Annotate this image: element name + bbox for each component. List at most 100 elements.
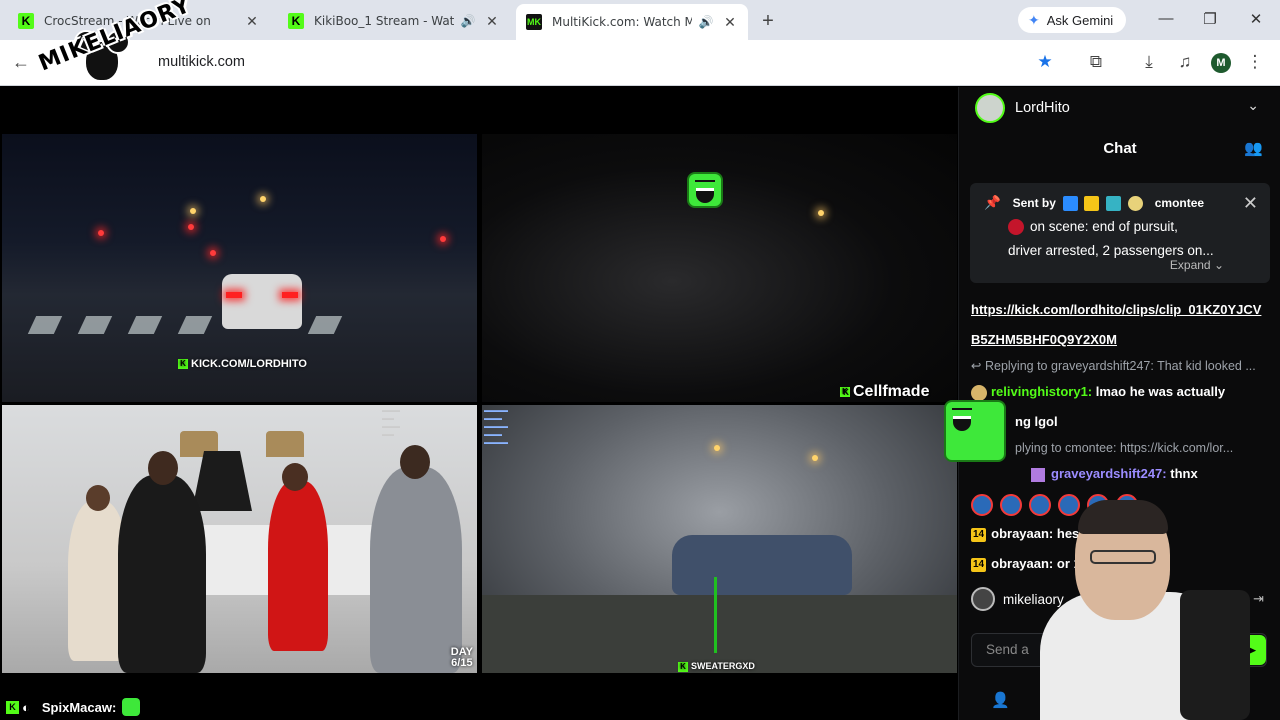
stream-video-kitchen[interactable]: ▬▬▬ ▬▬ ▬▬▬ ▬▬ DAY 6/15: [2, 405, 477, 673]
address-bar[interactable]: multikick.com: [158, 54, 245, 70]
kick-logo-icon: K: [678, 661, 688, 672]
chat-link[interactable]: https://kick.com/lordhito/clips/clip_01K…: [971, 295, 1271, 355]
street-lamp: [260, 196, 266, 202]
stream-video-street[interactable]: ▬▬▬▬ ▬▬▬ ▬▬▬▬ ▬▬▬ ▬▬▬▬ K SWEATERGXD: [482, 405, 957, 673]
close-tab-icon[interactable]: ✕: [484, 13, 500, 30]
chat-username[interactable]: relivinghistory1:: [991, 384, 1092, 399]
streamer-logo-sticker: MIKELIAORY: [34, 0, 195, 88]
profile-avatar[interactable]: M: [1211, 53, 1231, 73]
crosswalk-stripe: [27, 316, 63, 334]
emote-icon: [971, 493, 993, 516]
close-icon[interactable]: ✕: [1243, 191, 1258, 215]
multistream-grid: K KICK.COM/LORDHITO ▬▬▬ ▬▬ ▬▬▬ ▬▬ DAY 6/15 ▬▬…: [0, 87, 958, 720]
chevron-down-icon[interactable]: ⌄: [1247, 97, 1259, 114]
users-icon[interactable]: 👥: [1244, 129, 1263, 169]
speaker-icon[interactable]: 🔊: [698, 15, 714, 29]
kick-favicon-icon: K: [288, 13, 304, 29]
laughing-emote-icon: [122, 698, 141, 716]
range-hood: [192, 451, 252, 511]
traffic-light: [98, 230, 104, 236]
speaker-icon[interactable]: 🔊: [460, 14, 476, 28]
crosswalk-stripe: [77, 316, 113, 334]
streamer-avatar: [975, 93, 1005, 123]
add-user-icon[interactable]: 👤: [991, 691, 1010, 709]
traffic-light: [188, 224, 194, 230]
gemini-label: Ask Gemini: [1046, 12, 1114, 28]
crosswalk-stripe: [177, 316, 213, 334]
chat-header: Chat 👥: [959, 129, 1280, 169]
person: [370, 467, 462, 673]
tab-kikiboo[interactable]: K KikiBoo_1 Stream - Watch Li 🔊 ✕: [278, 6, 510, 36]
crosswalk-stripe: [127, 316, 163, 334]
kick-logo-icon: K: [840, 386, 850, 397]
menu-dots-icon[interactable]: ⋮: [1244, 52, 1266, 72]
chat-title: Chat: [1103, 140, 1137, 157]
light-flare: [818, 210, 824, 216]
close-window-icon[interactable]: ✕: [1246, 10, 1266, 28]
pendant-lamp: [266, 431, 304, 457]
stream-video-cellfmade[interactable]: [482, 134, 957, 402]
user-avatar: [971, 587, 995, 611]
close-tab-icon[interactable]: ✕: [722, 14, 738, 31]
laughing-emote-icon: [687, 172, 723, 208]
streamer-name: LordHito: [1015, 100, 1070, 116]
person: [118, 475, 206, 673]
chat-message: graveyardshift247: thnx: [971, 459, 1271, 489]
badge-icon: [1106, 195, 1122, 211]
pinned-sender[interactable]: cmontee: [1155, 196, 1204, 210]
traffic-light: [210, 250, 216, 256]
emote-icon: [1000, 493, 1022, 516]
kick-logo-icon: K: [178, 359, 188, 370]
download-icon[interactable]: ⤓: [1138, 52, 1160, 72]
user-badge-icon: [971, 384, 987, 401]
stream-chat-overlay: ▬▬▬▬ ▬▬▬ ▬▬▬▬ ▬▬▬ ▬▬▬▬: [484, 408, 508, 446]
close-tab-icon[interactable]: ✕: [244, 13, 260, 30]
expand-button[interactable]: Expand ⌄: [1170, 253, 1224, 277]
sub-month-badge: 14: [971, 527, 987, 542]
street-lamp: [190, 208, 196, 214]
kick-favicon-icon: K: [18, 13, 34, 29]
street-lamp: [714, 445, 720, 451]
back-arrow-icon[interactable]: ←: [12, 52, 30, 73]
minimize-icon[interactable]: —: [1156, 10, 1176, 27]
marker-line: [714, 577, 717, 653]
chat-username: SpixMacaw:: [41, 699, 117, 715]
microphone: [1180, 590, 1250, 720]
police-car: [222, 274, 302, 329]
pinned-text-line1: on scene: end of pursuit,: [1030, 219, 1178, 234]
media-control-icon[interactable]: ♫: [1174, 52, 1196, 72]
video-watermark: K SWEATERGXD: [678, 661, 755, 672]
browser-tab-bar: K CrocStream - Watch Live on ✕ K KikiBoo…: [0, 0, 1280, 40]
reply-arrow-icon: ↩: [971, 359, 982, 373]
chat-username[interactable]: graveyardshift247:: [1051, 466, 1167, 481]
overlay-chat-line: K ◐ SpixMacaw:: [0, 694, 141, 720]
extensions-icon[interactable]: ⧉: [1085, 52, 1107, 72]
sub-badge-icon: ◐: [22, 699, 30, 715]
red-dot-icon: [1008, 219, 1024, 236]
tab-multikick[interactable]: MK MultiKick.com: Watch Multi 🔊 ✕: [516, 4, 748, 40]
video-watermark: K KICK.COM/LORDHITO: [178, 358, 307, 370]
ask-gemini-button[interactable]: ✦ Ask Gemini: [1018, 7, 1126, 33]
reply-context[interactable]: plying to cmontee: https://kick.com/lor.…: [971, 437, 1271, 459]
browser-toolbar: ← multikick.com ★ ⧉ ⤓ ♫ M ⋮: [0, 40, 1280, 86]
traffic-light: [440, 236, 446, 242]
restore-icon[interactable]: ❐: [1200, 10, 1220, 28]
sent-by-label: Sent by: [1012, 196, 1056, 210]
tab-title: MultiKick.com: Watch Multi: [552, 15, 692, 29]
glasses: [1090, 550, 1156, 564]
crosswalk-stripe: [307, 316, 343, 334]
street-lamp: [812, 455, 818, 461]
reply-context[interactable]: ↩ Replying to graveyardshift247: That ki…: [971, 355, 1271, 377]
pin-icon: 📌: [984, 195, 1001, 210]
laughing-emote-icon: [944, 400, 1006, 462]
stream-video-lordhito[interactable]: K KICK.COM/LORDHITO: [2, 134, 477, 402]
bookmark-star-icon[interactable]: ★: [1034, 52, 1056, 72]
badge-icon: [1127, 195, 1143, 211]
streamer-selector[interactable]: LordHito ⌄: [959, 87, 1280, 129]
stream-chat-overlay: ▬▬▬ ▬▬ ▬▬▬ ▬▬: [382, 408, 400, 438]
gift-badge-icon: [1031, 467, 1045, 482]
new-tab-button[interactable]: +: [758, 10, 778, 33]
streamer-tag: K Cellfmade: [840, 383, 929, 401]
chat-message: relivinghistory1: lmao he was actually: [971, 377, 1271, 407]
day-counter-label: DAY 6/15: [450, 646, 473, 669]
